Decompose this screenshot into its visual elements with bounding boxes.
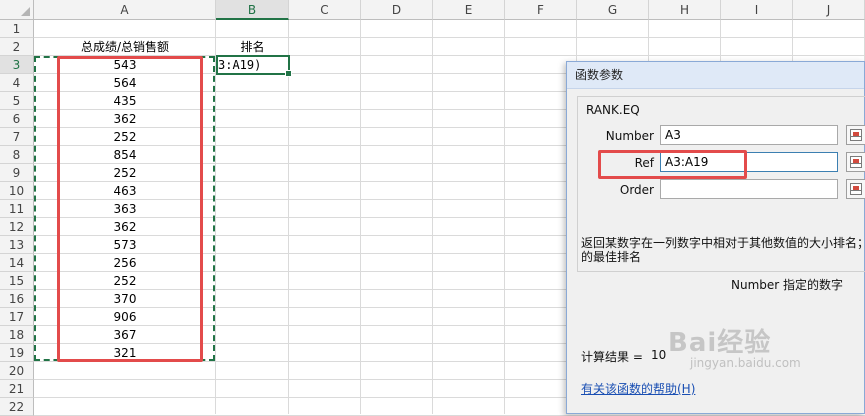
- row-header-20[interactable]: 20: [0, 362, 34, 380]
- function-name: RANK.EQ: [586, 103, 640, 117]
- row-header-15[interactable]: 15: [0, 272, 34, 290]
- row-header-4[interactable]: 4: [0, 74, 34, 92]
- cell-b2-header[interactable]: 排名: [216, 38, 289, 56]
- column-header-c[interactable]: C: [289, 0, 361, 20]
- number-collapse-button[interactable]: [846, 125, 865, 145]
- ref-collapse-button[interactable]: [846, 152, 865, 172]
- row-header-1[interactable]: 1: [0, 20, 34, 38]
- active-cell-formula: 3:A19): [218, 58, 262, 72]
- column-header-f[interactable]: F: [505, 0, 577, 20]
- argument-help: Number 指定的数字: [731, 278, 844, 292]
- row-header-5[interactable]: 5: [0, 92, 34, 110]
- watermark-url: jingyan.baidu.com: [690, 356, 801, 370]
- row-header-19[interactable]: 19: [0, 344, 34, 362]
- cell-a2-header[interactable]: 总成绩/总销售额: [34, 38, 216, 56]
- watermark-logo: Bai经验: [668, 328, 772, 358]
- select-all-corner[interactable]: [0, 0, 34, 20]
- row-header-16[interactable]: 16: [0, 290, 34, 308]
- result-label: 计算结果 =: [581, 350, 643, 364]
- function-help-link[interactable]: 有关该函数的帮助(H): [581, 380, 695, 397]
- column-header-j[interactable]: J: [793, 0, 865, 20]
- column-header-e[interactable]: E: [433, 0, 505, 20]
- column-header-g[interactable]: G: [577, 0, 649, 20]
- row-header-8[interactable]: 8: [0, 146, 34, 164]
- column-header-b[interactable]: B: [216, 0, 289, 20]
- range-select-icon: [850, 156, 862, 168]
- column-gridline: [432, 20, 433, 414]
- column-gridline: [288, 20, 289, 414]
- row-header-13[interactable]: 13: [0, 236, 34, 254]
- row-header-2[interactable]: 2: [0, 38, 34, 56]
- row-header-10[interactable]: 10: [0, 182, 34, 200]
- arg-row-order: Order: [578, 179, 865, 201]
- highlight-box-column-a: [57, 56, 203, 362]
- row-header-9[interactable]: 9: [0, 164, 34, 182]
- row-header-18[interactable]: 18: [0, 326, 34, 344]
- function-description-cont: 的最佳排名: [581, 250, 642, 264]
- order-collapse-button[interactable]: [846, 179, 865, 199]
- arg-row-number: Number A3: [578, 125, 865, 147]
- row-header-17[interactable]: 17: [0, 308, 34, 326]
- row-header-11[interactable]: 11: [0, 200, 34, 218]
- row-header-22[interactable]: 22: [0, 398, 34, 416]
- order-input[interactable]: [660, 179, 838, 199]
- row-header-21[interactable]: 21: [0, 380, 34, 398]
- column-header-i[interactable]: I: [721, 0, 793, 20]
- row-header-3[interactable]: 3: [0, 56, 34, 74]
- row-header-7[interactable]: 7: [0, 128, 34, 146]
- row-header-14[interactable]: 14: [0, 254, 34, 272]
- arg-label-number: Number: [605, 129, 654, 143]
- result-value: 10: [651, 348, 667, 362]
- range-select-icon: [850, 129, 862, 141]
- column-header-h[interactable]: H: [649, 0, 721, 20]
- column-gridline: [504, 20, 505, 414]
- dialog-title: 函数参数: [567, 62, 864, 89]
- row-header-6[interactable]: 6: [0, 110, 34, 128]
- row-header-12[interactable]: 12: [0, 218, 34, 236]
- fill-handle[interactable]: [285, 70, 292, 77]
- number-input[interactable]: A3: [660, 125, 838, 145]
- column-header-d[interactable]: D: [361, 0, 433, 20]
- arg-label-order: Order: [619, 183, 654, 197]
- range-select-icon: [850, 183, 862, 195]
- column-header-a[interactable]: A: [34, 0, 216, 20]
- highlight-box-ref: [598, 150, 747, 179]
- column-gridline: [360, 20, 361, 414]
